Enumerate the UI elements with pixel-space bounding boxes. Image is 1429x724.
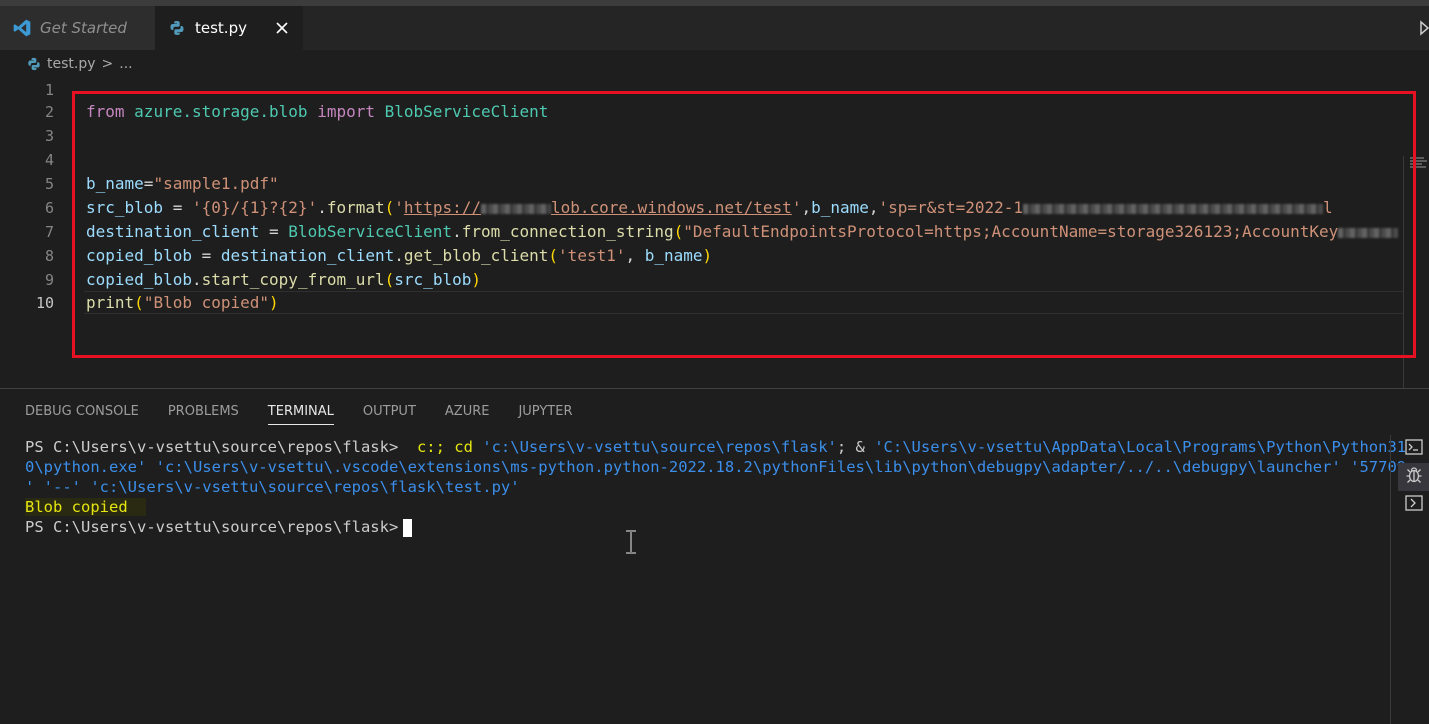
vscode-logo-icon	[12, 18, 32, 38]
line-number: 5	[44, 175, 54, 193]
terminal-output[interactable]: PS C:\Users\v-vsettu\source\repos\flask>…	[25, 437, 1407, 537]
line-number: 9	[44, 271, 54, 289]
tab-azure[interactable]: AZURE	[445, 389, 490, 433]
terminal-python-button[interactable]	[1398, 491, 1429, 519]
tab-test-py[interactable]: test.py	[155, 6, 303, 50]
terminal-line: PS C:\Users\v-vsettu\source\repos\flask>	[25, 517, 1365, 537]
tab-label: test.py	[195, 19, 247, 37]
run-icon[interactable]	[1419, 20, 1429, 36]
tab-get-started[interactable]: Get Started	[0, 6, 155, 50]
terminal-prompt: PS C:\Users\v-vsettu\source\repos\flask>	[25, 518, 399, 536]
terminal-list	[1398, 435, 1429, 519]
terminal-operator: ; &	[836, 438, 875, 456]
bottom-panel: DEBUG CONSOLE PROBLEMS TERMINAL OUTPUT A…	[0, 388, 1429, 724]
terminal-powershell-button[interactable]	[1398, 435, 1429, 463]
line-number: 3	[44, 127, 54, 145]
python-file-icon	[27, 57, 41, 71]
tab-terminal[interactable]: TERMINAL	[267, 389, 335, 433]
line-number-active: 10	[35, 294, 54, 312]
line-number: 7	[44, 223, 54, 241]
breadcrumb-more[interactable]: ...	[119, 56, 132, 72]
tab-debug-console[interactable]: DEBUG CONSOLE	[25, 389, 139, 433]
terminal-line: 0\python.exe' 'c:\Users\v-vsettu\.vscode…	[25, 458, 1407, 476]
terminal-line: Blob copied	[25, 497, 1365, 517]
breadcrumb: test.py > ...	[0, 50, 1429, 78]
line-number: 2	[44, 103, 54, 121]
line-number: 4	[44, 151, 54, 169]
red-highlight-annotation	[72, 91, 1416, 358]
terminal-prompt: PS C:\Users\v-vsettu\source\repos\flask>	[25, 438, 408, 456]
tab-output[interactable]: OUTPUT	[363, 389, 416, 433]
terminal-line: PS C:\Users\v-vsettu\source\repos\flask>…	[25, 437, 1406, 457]
tab-label: Get Started	[40, 19, 127, 37]
tab-jupyter[interactable]: JUPYTER	[518, 389, 572, 433]
python-file-icon	[167, 18, 187, 38]
terminal-icon	[1404, 495, 1423, 515]
breadcrumb-file[interactable]: test.py	[47, 56, 96, 72]
close-icon[interactable]	[273, 19, 291, 37]
panel-tab-bar: DEBUG CONSOLE PROBLEMS TERMINAL OUTPUT A…	[25, 389, 601, 433]
terminal-program-output: Blob copied	[25, 498, 146, 516]
terminal-line: ' '--' 'c:\Users\v-vsettu\source\repos\f…	[25, 478, 520, 496]
line-number: 1	[44, 81, 54, 99]
tab-problems[interactable]: PROBLEMS	[168, 389, 239, 433]
terminal-argument: 'C:\Users\v-vsettu\AppData\Local\Program…	[874, 438, 1407, 456]
panel-side-divider	[1390, 435, 1391, 724]
text-cursor-icon	[624, 530, 638, 554]
terminal-argument: 'c:\Users\v-vsettu\source\repos\flask'	[482, 438, 837, 456]
terminal-debug-button[interactable]	[1398, 463, 1429, 491]
breadcrumb-separator: >	[101, 56, 114, 72]
terminal-command: c:; cd	[407, 438, 483, 456]
line-number: 8	[44, 247, 54, 265]
editor-tab-bar: Get Started test.py	[0, 6, 1429, 50]
terminal-icon	[1404, 439, 1423, 459]
line-number: 6	[44, 199, 54, 217]
debug-bug-icon	[1405, 466, 1423, 488]
terminal-cursor	[403, 518, 413, 537]
